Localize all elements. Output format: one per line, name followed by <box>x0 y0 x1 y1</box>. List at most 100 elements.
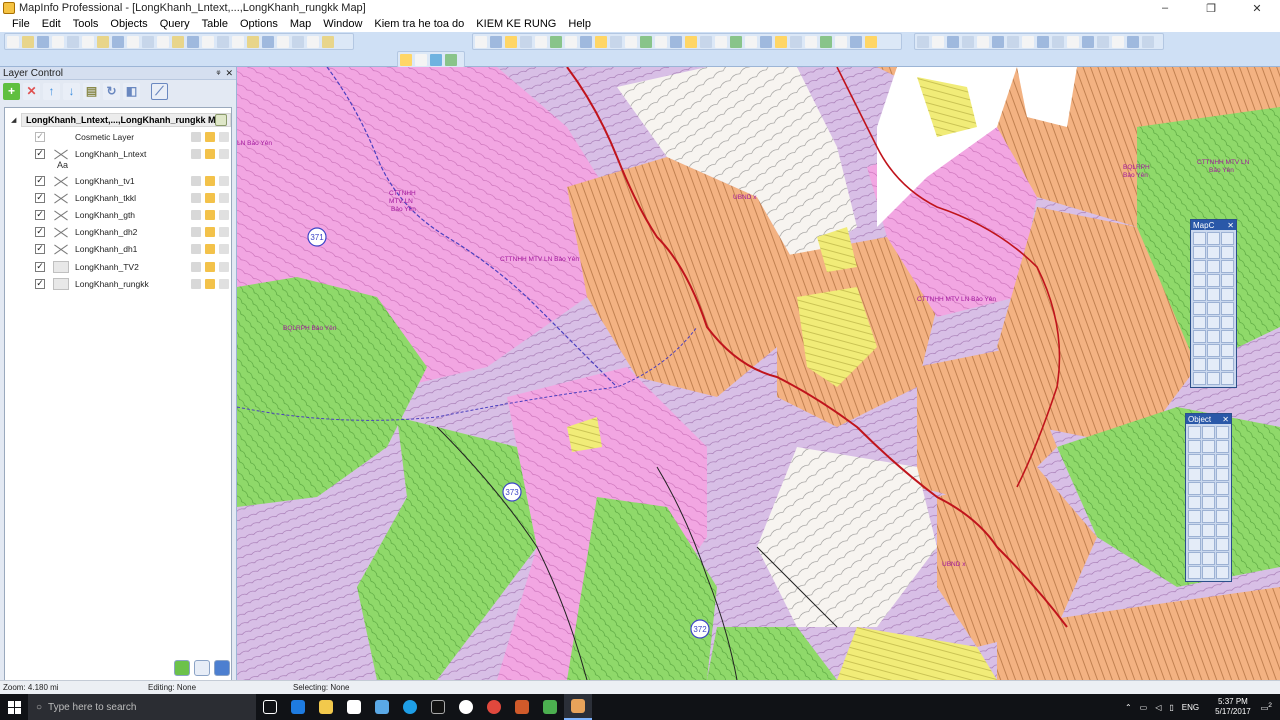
menu-file[interactable]: File <box>6 18 36 30</box>
layer-row-tv1[interactable]: ✓ LongKhanh_tv1 <box>35 172 229 189</box>
toolbar-button[interactable] <box>699 35 712 48</box>
layer-label-icon[interactable] <box>219 132 229 142</box>
palette-tool-button[interactable] <box>1193 232 1206 245</box>
palette-tool-button[interactable] <box>1216 566 1229 579</box>
palette-tool-button[interactable] <box>1202 538 1215 551</box>
layer-editable-icon[interactable] <box>191 279 201 289</box>
palette-tool-button[interactable] <box>1216 426 1229 439</box>
menu-kiem-ke-rung[interactable]: KIEM KE RUNG <box>470 18 562 30</box>
toolbar-button[interactable] <box>931 35 944 48</box>
mapinfo-taskbar-icon[interactable] <box>564 694 592 720</box>
layer-selectable-icon[interactable] <box>205 176 215 186</box>
toolbar-button[interactable] <box>1141 35 1154 48</box>
toolbar-button[interactable] <box>414 53 427 66</box>
minimize-button[interactable]: – <box>1142 0 1188 16</box>
palette-tool-button[interactable] <box>1207 358 1220 371</box>
palette-tool-button[interactable] <box>1202 482 1215 495</box>
toolbar-button[interactable] <box>669 35 682 48</box>
palette-tool-button[interactable] <box>1216 524 1229 537</box>
menu-map[interactable]: Map <box>284 18 317 30</box>
palette-tool-button[interactable] <box>1207 344 1220 357</box>
toolbar-button[interactable] <box>961 35 974 48</box>
layer-visibility-checkbox[interactable]: ✓ <box>35 278 45 289</box>
layer-row-tkkl[interactable]: ✓ LongKhanh_tkkl <box>35 189 229 206</box>
menu-window[interactable]: Window <box>317 18 368 30</box>
layer-row-cosmetic[interactable]: ✓ Cosmetic Layer <box>35 128 229 145</box>
skype-icon[interactable] <box>396 694 424 720</box>
palette-close-icon[interactable]: ✕ <box>1227 221 1234 230</box>
palette-tool-button[interactable] <box>1216 482 1229 495</box>
layer-row-rungkk[interactable]: ✓ LongKhanh_rungkk <box>35 275 229 292</box>
toolbar-button[interactable] <box>1036 35 1049 48</box>
palette-tool-button[interactable] <box>1188 468 1201 481</box>
palette-tool-button[interactable] <box>1221 344 1234 357</box>
toolbar-button[interactable] <box>729 35 742 48</box>
toolbar-button[interactable] <box>399 53 412 66</box>
layer-row-dh2[interactable]: ✓ LongKhanh_dh2 <box>35 223 229 240</box>
layer-editable-icon[interactable] <box>191 132 201 142</box>
palette-tool-button[interactable] <box>1207 330 1220 343</box>
layer-visibility-checkbox[interactable]: ✓ <box>35 209 45 220</box>
layer-editable-icon[interactable] <box>191 149 201 159</box>
toolbar-button[interactable] <box>6 35 19 48</box>
layer-visibility-checkbox[interactable]: ✓ <box>35 226 45 237</box>
palette-tool-button[interactable] <box>1216 454 1229 467</box>
palette-tool-button[interactable] <box>1193 316 1206 329</box>
toolbar-button[interactable] <box>66 35 79 48</box>
layer-selectable-icon[interactable] <box>205 193 215 203</box>
layer-visibility-checkbox[interactable]: ✓ <box>35 261 45 272</box>
toolbar-button[interactable] <box>261 35 274 48</box>
toolbar-button[interactable] <box>504 35 517 48</box>
palette-tool-button[interactable] <box>1221 316 1234 329</box>
palette-tool-button[interactable] <box>1207 246 1220 259</box>
toolbar-button[interactable] <box>759 35 772 48</box>
toolbar-button[interactable] <box>804 35 817 48</box>
toolbar-button[interactable] <box>276 35 289 48</box>
menu-objects[interactable]: Objects <box>104 18 153 30</box>
layer-row-dh1[interactable]: ✓ LongKhanh_dh1 <box>35 240 229 257</box>
layer-selectable-icon[interactable] <box>205 227 215 237</box>
palette-tool-button[interactable] <box>1221 330 1234 343</box>
menu-query[interactable]: Query <box>154 18 196 30</box>
palette-tool-button[interactable] <box>1193 288 1206 301</box>
options-icon[interactable]: ⟋ <box>151 82 168 100</box>
palette-tool-button[interactable] <box>1193 358 1206 371</box>
palette-tool-button[interactable] <box>1221 232 1234 245</box>
add-layer-icon[interactable]: + <box>3 82 20 100</box>
layer-label-icon[interactable] <box>219 210 229 220</box>
toolbar-button[interactable] <box>1081 35 1094 48</box>
palette-tool-button[interactable] <box>1193 260 1206 273</box>
toolbar-button[interactable] <box>1006 35 1019 48</box>
palette-tool-button[interactable] <box>1193 302 1206 315</box>
app-icon[interactable] <box>424 694 452 720</box>
layer-visibility-checkbox[interactable]: ✓ <box>35 243 45 254</box>
palette-tool-button[interactable] <box>1221 260 1234 273</box>
layer-label-icon[interactable] <box>219 193 229 203</box>
palette-tool-button[interactable] <box>1202 454 1215 467</box>
toolbar-button[interactable] <box>1111 35 1124 48</box>
toolbar-button[interactable] <box>991 35 1004 48</box>
palette-tool-button[interactable] <box>1188 510 1201 523</box>
palette-tool-button[interactable] <box>1193 344 1206 357</box>
palette-tool-button[interactable] <box>1216 440 1229 453</box>
app-icon[interactable] <box>368 694 396 720</box>
toolbar-button[interactable] <box>624 35 637 48</box>
toolbar-button[interactable] <box>321 35 334 48</box>
layer-editable-icon[interactable] <box>191 210 201 220</box>
search-box[interactable]: ○ Type here to search <box>28 694 256 720</box>
palette-tool-button[interactable] <box>1202 566 1215 579</box>
toolbar-button[interactable] <box>186 35 199 48</box>
toolbar-button[interactable] <box>489 35 502 48</box>
layer-row-gth[interactable]: ✓ LongKhanh_gth <box>35 206 229 223</box>
toolbar-button[interactable] <box>834 35 847 48</box>
volume-icon[interactable]: ◁ <box>1155 703 1161 712</box>
layer-label-icon[interactable] <box>219 176 229 186</box>
toolbar-button[interactable] <box>1021 35 1034 48</box>
menu-help[interactable]: Help <box>562 18 597 30</box>
edge-icon[interactable] <box>284 694 312 720</box>
palette-tool-button[interactable] <box>1207 260 1220 273</box>
palette-tool-button[interactable] <box>1202 510 1215 523</box>
toolbar-button[interactable] <box>789 35 802 48</box>
palette-tool-button[interactable] <box>1188 524 1201 537</box>
palette-tool-button[interactable] <box>1202 440 1215 453</box>
